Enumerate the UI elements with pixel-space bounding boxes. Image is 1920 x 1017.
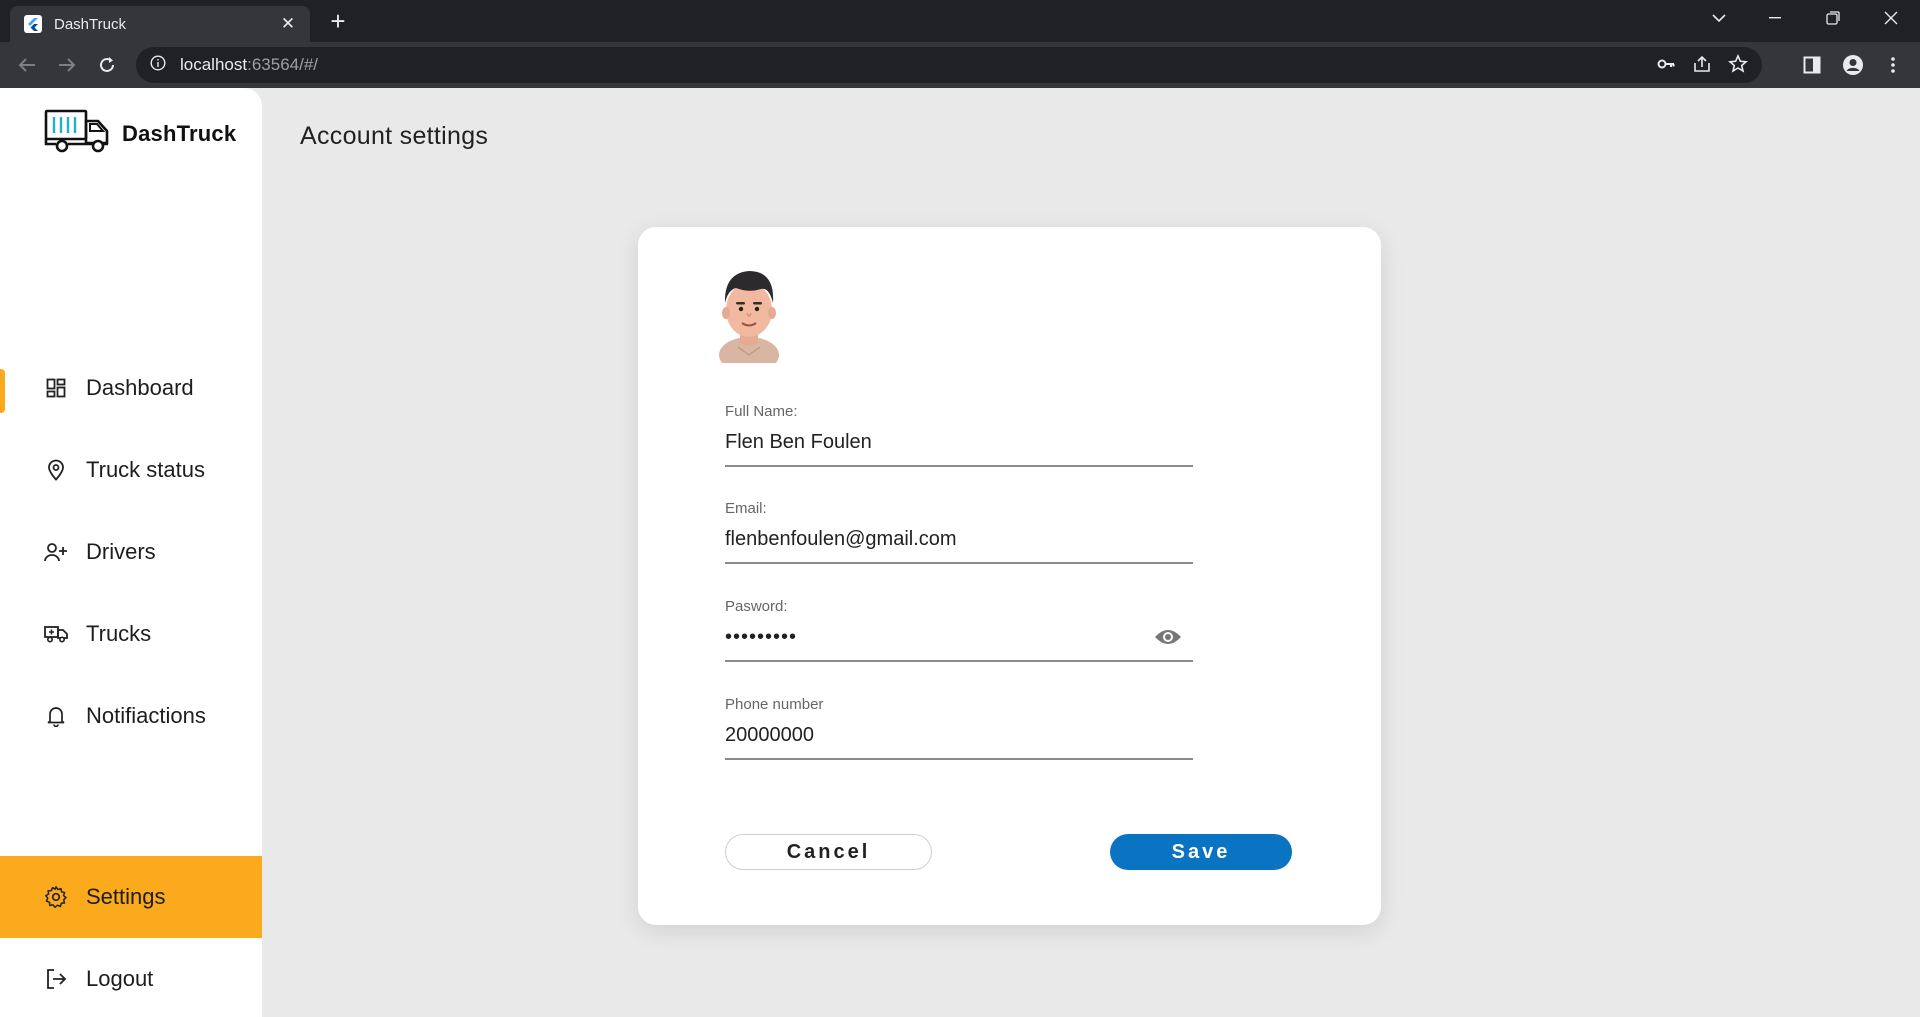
full-name-underline [725,465,1193,467]
sidebar-item-label: Truck status [86,457,205,482]
back-icon[interactable] [12,50,42,80]
share-icon[interactable] [1692,54,1712,79]
add-user-icon [44,540,68,564]
sidebar-item-label: Settings [86,884,166,909]
gear-icon [44,885,68,909]
full-name-field: Full Name: Flen Ben Foulen [725,403,1193,467]
sidebar-item-label: Dashboard [86,375,194,400]
browser-tab-strip: DashTruck ✕ + [0,0,1920,42]
phone-underline [725,758,1193,760]
address-bar[interactable]: localhost:63564/#/ [136,47,1762,83]
avatar[interactable] [714,263,784,373]
flutter-favicon-icon [24,15,42,33]
tab-search-icon[interactable] [1696,0,1742,36]
location-pin-icon [44,458,68,482]
eye-icon[interactable] [1153,622,1183,652]
sidebar-item-notifications[interactable]: Notifiactions [0,675,262,757]
sidebar-item-label: Logout [86,966,154,991]
full-name-input[interactable]: Flen Ben Foulen [725,427,1145,457]
save-button[interactable]: Save [1110,834,1292,870]
browser-toolbar: localhost:63564/#/ [0,42,1920,88]
site-info-icon[interactable] [150,54,166,76]
sidebar: DashTruck Dashboard Truck status Drivers… [0,88,262,1017]
password-underline [725,660,1193,662]
key-icon[interactable] [1656,54,1676,79]
sidebar-item-label: Notifiactions [86,703,206,728]
sidebar-item-truck-status[interactable]: Truck status [0,429,262,511]
browser-menu-icon[interactable] [1878,50,1908,80]
sidebar-item-dashboard[interactable]: Dashboard [0,347,262,429]
forward-icon[interactable] [52,50,82,80]
tab-close-icon[interactable]: ✕ [278,14,298,34]
cancel-button[interactable]: Cancel [725,834,932,870]
phone-field: Phone number 20000000 [725,696,1193,760]
phone-label: Phone number [725,696,824,713]
email-underline [725,562,1193,564]
sidebar-item-label: Drivers [86,539,156,564]
brand-name: DashTruck [122,120,237,146]
page-title: Account settings [300,122,489,150]
minimize-icon[interactable] [1752,0,1798,36]
password-label: Pasword: [725,598,788,615]
brand-logo[interactable]: DashTruck [44,108,236,159]
sidebar-item-label: Trucks [86,621,152,646]
account-settings-card: Full Name: Flen Ben Foulen Email: flenbe… [638,227,1381,925]
close-window-icon[interactable] [1868,0,1914,36]
phone-input[interactable]: 20000000 [725,720,1145,750]
sidebar-item-drivers[interactable]: Drivers [0,511,262,593]
logout-icon [44,967,68,991]
email-field: Email: flenbenfoulen@gmail.com [725,500,1193,564]
truck-icon [44,622,68,646]
sidebar-item-trucks[interactable]: Trucks [0,593,262,675]
browser-tab[interactable]: DashTruck ✕ [10,6,310,42]
profile-icon[interactable] [1838,50,1868,80]
email-label: Email: [725,500,767,517]
sidebar-item-logout[interactable]: Logout [0,938,262,1017]
truck-logo-icon [44,108,112,159]
bell-icon [44,704,68,728]
side-panel-icon[interactable] [1797,50,1827,80]
password-input[interactable]: ••••••••• [725,622,1145,652]
sidebar-item-settings[interactable]: Settings [0,856,262,938]
new-tab-button[interactable]: + [323,6,353,36]
url-text: localhost:63564/#/ [180,55,319,74]
restore-icon[interactable] [1810,0,1856,36]
reload-icon[interactable] [92,50,122,80]
bookmark-star-icon[interactable] [1728,54,1748,79]
email-input[interactable]: flenbenfoulen@gmail.com [725,524,1145,554]
dashboard-icon [44,376,68,400]
full-name-label: Full Name: [725,403,798,420]
tab-title: DashTruck [54,15,126,33]
password-field: Pasword: ••••••••• [725,598,1193,662]
